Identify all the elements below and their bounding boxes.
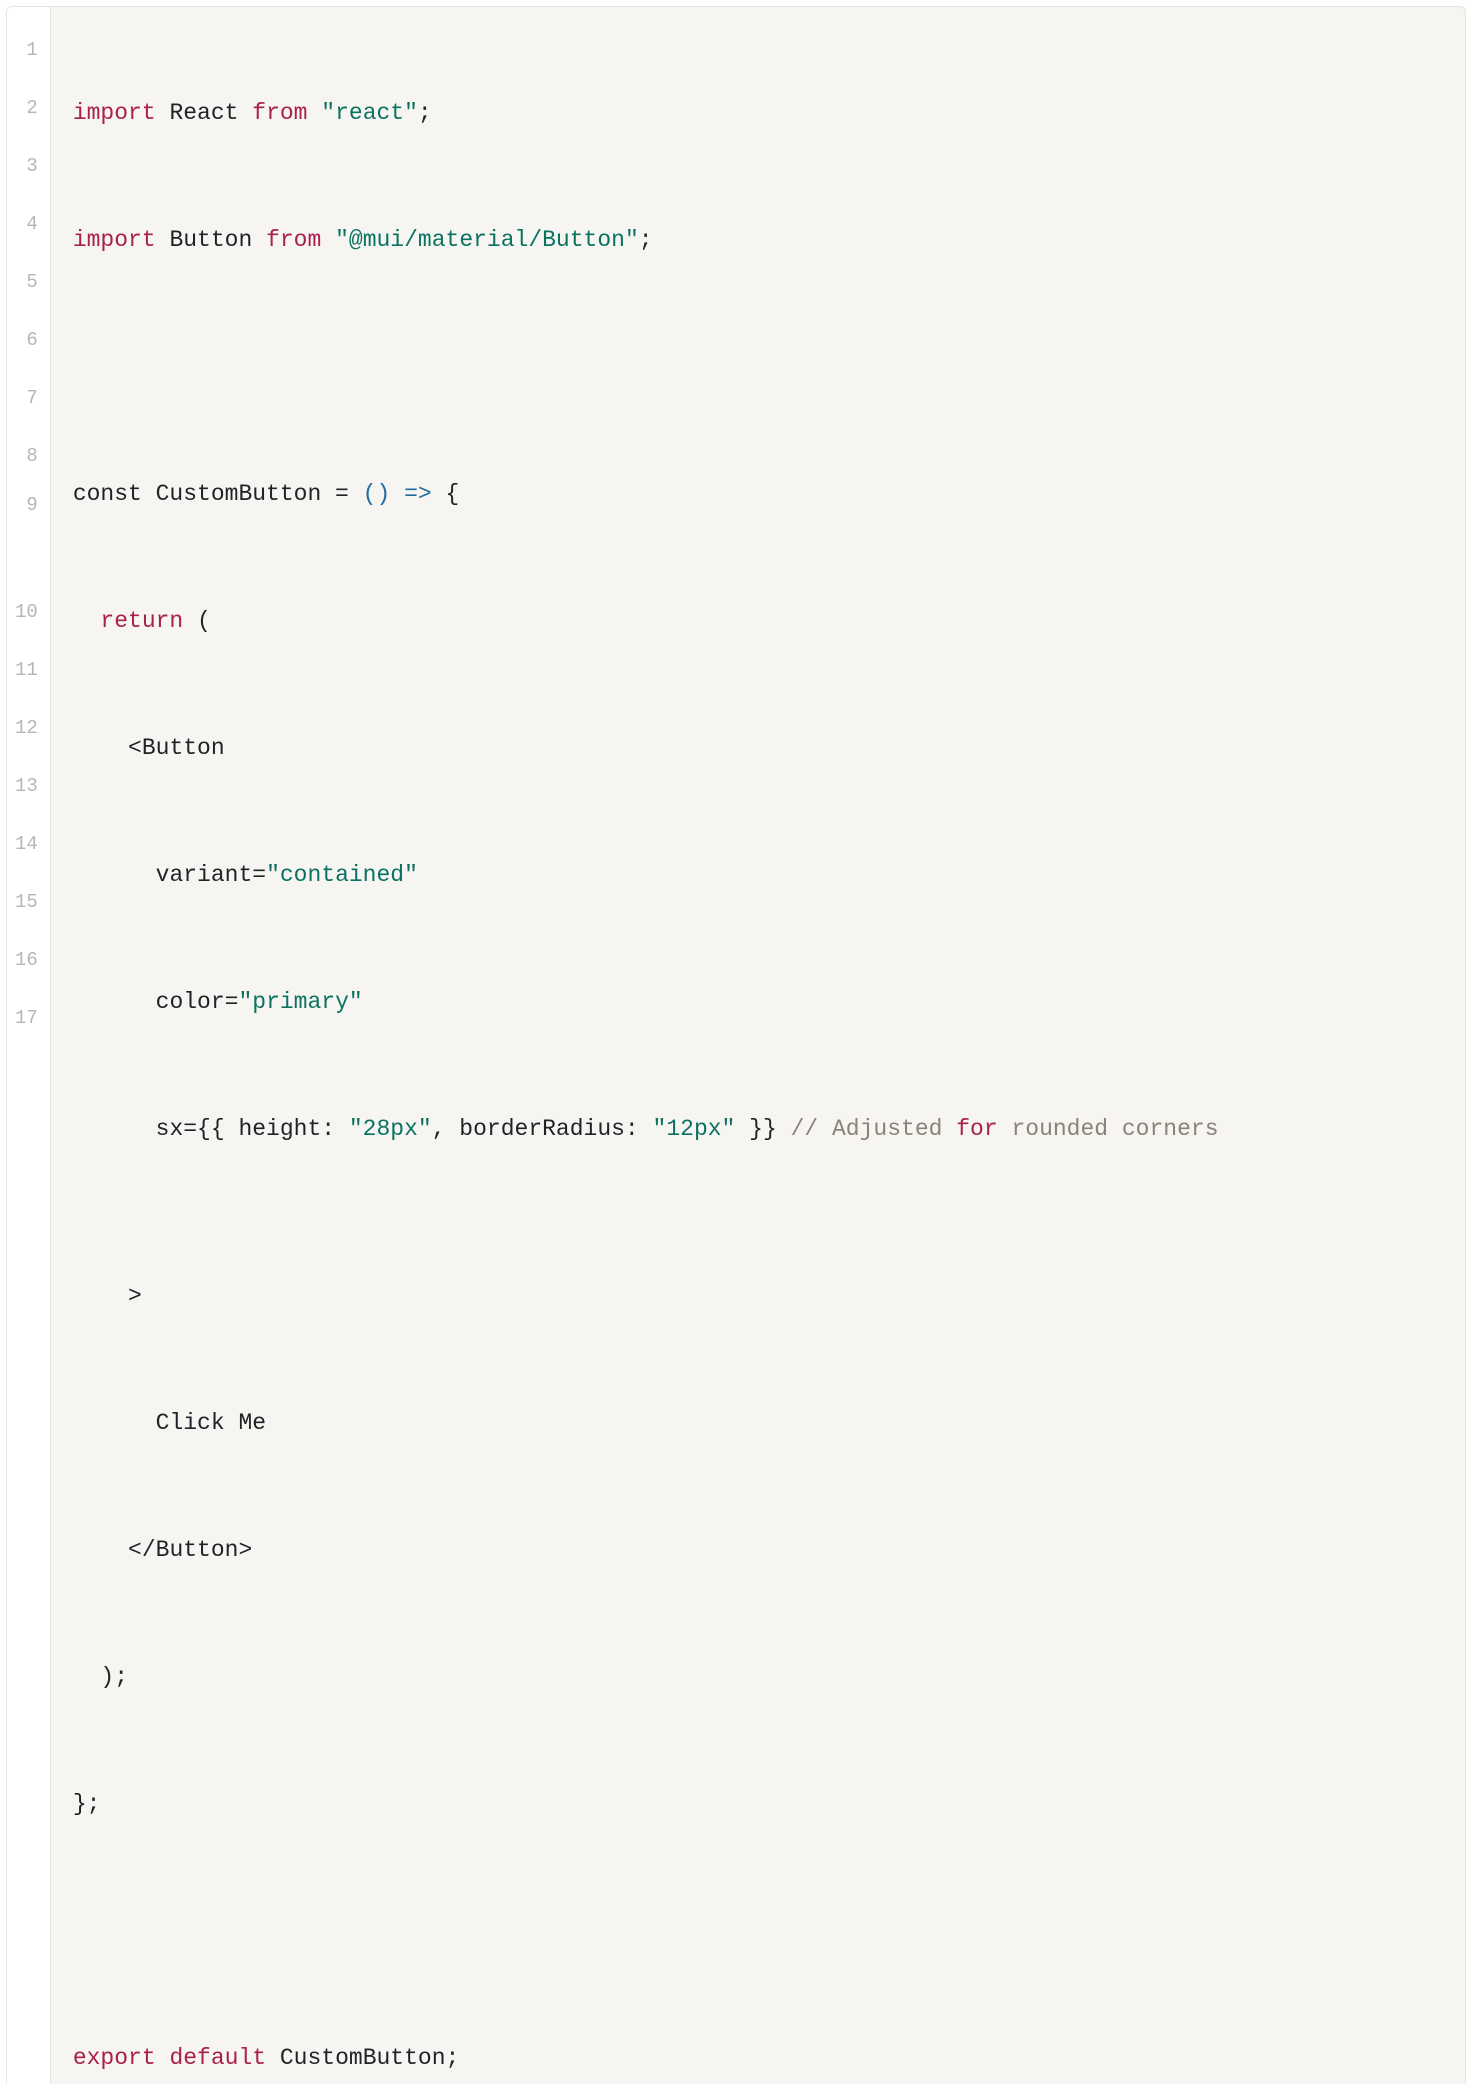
code-line: > <box>73 1273 1443 1331</box>
line-number: 9 <box>15 485 40 583</box>
string: "@mui/material/Button" <box>335 227 639 253</box>
text: Button <box>156 227 266 253</box>
text <box>307 100 321 126</box>
text: <Button <box>73 735 225 761</box>
code-line: import React from "react"; <box>73 90 1443 148</box>
text: }} <box>735 1116 790 1142</box>
text: Click Me <box>73 1410 266 1436</box>
code-line: export default CustomButton; <box>73 2035 1443 2084</box>
string: "contained" <box>266 862 418 888</box>
line-number: 1 <box>15 21 40 79</box>
text: const CustomButton = <box>73 481 363 507</box>
line-number: 4 <box>15 195 40 253</box>
line-number: 8 <box>15 427 40 485</box>
code-line: Click Me <box>73 1400 1443 1458</box>
string: "primary" <box>238 989 362 1015</box>
keyword: return <box>100 608 183 634</box>
line-number-gutter: 1234567891011121314151617 <box>7 7 51 2084</box>
punct: ; <box>639 227 653 253</box>
text: { <box>432 481 460 507</box>
text: ( <box>183 608 211 634</box>
text <box>156 2045 170 2071</box>
text: color= <box>73 989 239 1015</box>
code-line: import Button from "@mui/material/Button… <box>73 217 1443 275</box>
line-number: 15 <box>15 873 40 931</box>
code-line <box>73 1908 1443 1966</box>
keyword: export <box>73 2045 156 2071</box>
line-number: 3 <box>15 137 40 195</box>
keyword: from <box>252 100 307 126</box>
code-line: }; <box>73 1781 1443 1839</box>
line-number: 14 <box>15 815 40 873</box>
keyword: import <box>73 100 156 126</box>
line-number: 5 <box>15 253 40 311</box>
line-number: 13 <box>15 757 40 815</box>
code-block: 1234567891011121314151617 import React f… <box>6 6 1466 2084</box>
keyword: from <box>266 227 321 253</box>
line-number: 11 <box>15 641 40 699</box>
text: > <box>73 1283 142 1309</box>
string: "28px" <box>349 1116 432 1142</box>
line-number: 7 <box>15 369 40 427</box>
keyword: for <box>956 1116 997 1142</box>
line-number: 10 <box>15 583 40 641</box>
text: CustomButton; <box>266 2045 459 2071</box>
text: React <box>156 100 253 126</box>
keyword: import <box>73 227 156 253</box>
text: }; <box>73 1791 101 1817</box>
line-number: 17 <box>15 989 40 1047</box>
code-line: return ( <box>73 598 1443 656</box>
text: </Button> <box>73 1537 252 1563</box>
text: variant= <box>73 862 266 888</box>
arrow: => <box>404 481 432 507</box>
code-line: <Button <box>73 725 1443 783</box>
string: "12px" <box>653 1116 736 1142</box>
text: sx={{ height: <box>73 1116 349 1142</box>
code-line: variant="contained" <box>73 852 1443 910</box>
text <box>73 608 101 634</box>
line-number: 12 <box>15 699 40 757</box>
line-number: 6 <box>15 311 40 369</box>
code-line <box>73 344 1443 402</box>
code-line: ); <box>73 1654 1443 1712</box>
code-content[interactable]: import React from "react"; import Button… <box>51 7 1465 2084</box>
paren: () <box>363 481 391 507</box>
text <box>390 481 404 507</box>
code-line: const CustomButton = () => { <box>73 471 1443 529</box>
comment: rounded corners <box>998 1116 1219 1142</box>
text <box>321 227 335 253</box>
string: "react" <box>321 100 418 126</box>
text: , borderRadius: <box>432 1116 653 1142</box>
line-number: 16 <box>15 931 40 989</box>
code-line: sx={{ height: "28px", borderRadius: "12p… <box>73 1106 1443 1204</box>
code-line: </Button> <box>73 1527 1443 1585</box>
punct: ; <box>418 100 432 126</box>
text: ); <box>73 1664 128 1690</box>
keyword: default <box>169 2045 266 2071</box>
comment: // Adjusted <box>791 1116 957 1142</box>
code-line: color="primary" <box>73 979 1443 1037</box>
line-number: 2 <box>15 79 40 137</box>
